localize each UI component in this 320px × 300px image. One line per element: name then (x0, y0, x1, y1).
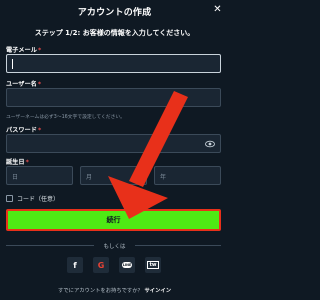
required-mark: * (37, 47, 42, 54)
birthday-day-field[interactable]: 日 (6, 166, 73, 185)
step-indicator: ステップ 1/2: お客様の情報を入力してください。 (34, 29, 195, 37)
year-placeholder: 年 (160, 174, 167, 181)
line-icon: LINE (121, 262, 133, 268)
required-mark: * (25, 159, 29, 166)
show-password-icon[interactable] (205, 139, 215, 149)
twitch-icon: tw (147, 261, 159, 269)
username-label-text: ユーザー名 (6, 81, 37, 88)
password-label: パスワード* (6, 125, 41, 134)
password-label-text: パスワード (6, 127, 37, 134)
required-mark: * (37, 81, 42, 88)
username-hint: ユーザーネームは必ず3〜16文字で設定してください。 (6, 115, 125, 120)
email-field[interactable] (6, 54, 221, 73)
email-label-text: 電子メール (6, 47, 37, 54)
line-login-button[interactable]: LINE (119, 257, 135, 273)
signin-prompt: すでにアカウントをお持ちですか？ サインイン (0, 286, 229, 294)
divider-right (135, 245, 221, 246)
signin-prompt-text: すでにアカウントをお持ちですか？ (58, 288, 143, 294)
required-mark: * (37, 127, 42, 134)
month-placeholder: 月 (86, 174, 93, 181)
username-label: ユーザー名* (6, 79, 41, 88)
birthday-month-field[interactable]: 月 (80, 166, 147, 185)
day-placeholder: 日 (12, 174, 19, 181)
signin-link[interactable]: サインイン (145, 288, 172, 294)
facebook-login-button[interactable]: f (67, 257, 83, 273)
birthday-label-text: 誕生日 (6, 159, 25, 166)
google-login-button[interactable]: G (93, 257, 109, 273)
google-icon: G (97, 260, 105, 270)
or-divider-label: もしくは (103, 244, 126, 250)
code-checkbox-label[interactable]: コード（任意） (17, 194, 59, 203)
signup-dialog: アカウントの作成 ✕ ステップ 1/2: お客様の情報を入力してください。 電子… (0, 0, 229, 300)
password-field[interactable] (6, 134, 221, 153)
dialog-title: アカウントの作成 (77, 8, 152, 18)
code-checkbox[interactable] (6, 195, 13, 202)
close-icon[interactable]: ✕ (212, 4, 223, 15)
continue-button[interactable]: 続行 (6, 209, 221, 231)
facebook-icon: f (73, 260, 77, 270)
email-label: 電子メール* (6, 45, 41, 54)
twitch-login-button[interactable]: tw (145, 257, 161, 273)
text-caret (12, 59, 13, 69)
username-field[interactable] (6, 88, 221, 107)
birthday-label: 誕生日* (6, 157, 29, 166)
birthday-year-field[interactable]: 年 (154, 166, 221, 185)
